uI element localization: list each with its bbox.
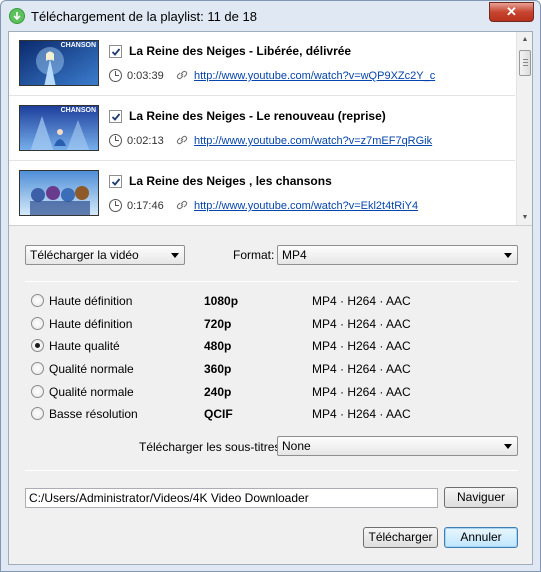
browse-button[interactable]: Naviguer (444, 487, 518, 508)
subtitles-label: Télécharger les sous-titres: (139, 440, 284, 454)
format-label: Format: (233, 248, 275, 262)
download-type-value: Télécharger la vidéo (30, 248, 139, 262)
quality-codecs: MP4 · H264 · AAC (312, 317, 411, 331)
window-title: Téléchargement de la playlist: 11 de 18 (31, 9, 257, 24)
download-type-select[interactable]: Télécharger la vidéo (25, 245, 185, 265)
chevron-down-icon (171, 253, 179, 258)
subtitles-value: None (282, 439, 311, 453)
quality-resolution: 480p (204, 339, 232, 353)
scroll-down-arrow-icon[interactable]: ▼ (520, 213, 530, 223)
video-url-link[interactable]: http://www.youtube.com/watch?v=Ekl2t4tRi… (194, 200, 418, 212)
playlist-scrollbar[interactable]: ▲ ▼ (516, 32, 532, 225)
quality-codecs: MP4 · H264 · AAC (312, 407, 411, 421)
cancel-button[interactable]: Annuler (444, 527, 518, 548)
thumbnail-tag: CHANSON (60, 42, 96, 49)
thumbnail-tag: CHANSON (60, 107, 96, 114)
link-icon (176, 70, 188, 80)
video-duration: 0:17:46 (127, 200, 164, 212)
video-checkbox[interactable] (109, 175, 122, 188)
scrollbar-thumb[interactable] (519, 50, 531, 76)
video-thumbnail (19, 170, 99, 216)
quality-resolution: QCIF (204, 407, 233, 421)
quality-radio-qcif[interactable] (31, 407, 44, 420)
video-url-link[interactable]: http://www.youtube.com/watch?v=z7mEF7qRG… (194, 135, 432, 147)
quality-radio-360p[interactable] (31, 362, 44, 375)
list-item[interactable]: CHANSON La Reine des Neiges - Le renouve… (9, 97, 515, 161)
link-icon (176, 200, 188, 210)
clock-icon (109, 199, 122, 212)
title-bar: Téléchargement de la playlist: 11 de 18 … (1, 1, 540, 31)
download-button[interactable]: Télécharger (363, 527, 438, 548)
playlist-list[interactable]: CHANSON La Reine des Neiges - Libérée, d… (9, 32, 532, 226)
subtitles-select[interactable]: None (277, 436, 518, 456)
format-value: MP4 (282, 248, 307, 262)
video-url-link[interactable]: http://www.youtube.com/watch?v=wQP9XZc2Y… (194, 70, 435, 82)
app-logo-icon (9, 8, 25, 24)
checkmark-icon (111, 113, 121, 121)
scroll-up-arrow-icon[interactable]: ▲ (520, 35, 530, 45)
list-item[interactable]: La Reine des Neiges , les chansons 0:17:… (9, 162, 515, 225)
quality-radio-1080p[interactable] (31, 294, 44, 307)
dialog-body: CHANSON La Reine des Neiges - Libérée, d… (8, 31, 533, 565)
link-icon (176, 135, 188, 145)
close-button[interactable]: ✕ (489, 2, 534, 22)
download-playlist-dialog: Téléchargement de la playlist: 11 de 18 … (0, 0, 541, 572)
quality-codecs: MP4 · H264 · AAC (312, 385, 411, 399)
quality-label: Haute qualité (49, 339, 120, 353)
quality-label: Qualité normale (49, 385, 134, 399)
video-title: La Reine des Neiges - Libérée, délivrée (129, 44, 352, 58)
quality-resolution: 240p (204, 385, 232, 399)
video-duration: 0:02:13 (127, 135, 164, 147)
quality-label: Basse résolution (49, 407, 138, 421)
list-item[interactable]: CHANSON La Reine des Neiges - Libérée, d… (9, 32, 515, 96)
quality-label: Haute définition (49, 294, 133, 308)
divider (25, 281, 518, 282)
save-path-field[interactable]: C:/Users/Administrator/Videos/4K Video D… (25, 488, 438, 508)
checkmark-icon (111, 178, 121, 186)
quality-codecs: MP4 · H264 · AAC (312, 362, 411, 376)
quality-radio-240p[interactable] (31, 385, 44, 398)
chevron-down-icon (504, 444, 512, 449)
video-title: La Reine des Neiges , les chansons (129, 174, 332, 188)
close-icon: ✕ (506, 4, 517, 19)
video-title: La Reine des Neiges - Le renouveau (repr… (129, 109, 386, 123)
quality-codecs: MP4 · H264 · AAC (312, 294, 411, 308)
quality-resolution: 1080p (204, 294, 239, 308)
format-select[interactable]: MP4 (277, 245, 518, 265)
quality-resolution: 720p (204, 317, 232, 331)
clock-icon (109, 134, 122, 147)
chevron-down-icon (504, 253, 512, 258)
video-duration: 0:03:39 (127, 70, 164, 82)
checkmark-icon (111, 48, 121, 56)
video-checkbox[interactable] (109, 45, 122, 58)
video-thumbnail: CHANSON (19, 40, 99, 86)
quality-radio-480p[interactable] (31, 339, 44, 352)
quality-codecs: MP4 · H264 · AAC (312, 339, 411, 353)
quality-label: Qualité normale (49, 362, 134, 376)
quality-radio-720p[interactable] (31, 317, 44, 330)
video-checkbox[interactable] (109, 110, 122, 123)
quality-label: Haute définition (49, 317, 133, 331)
divider (25, 470, 518, 471)
clock-icon (109, 69, 122, 82)
quality-resolution: 360p (204, 362, 232, 376)
video-thumbnail: CHANSON (19, 105, 99, 151)
